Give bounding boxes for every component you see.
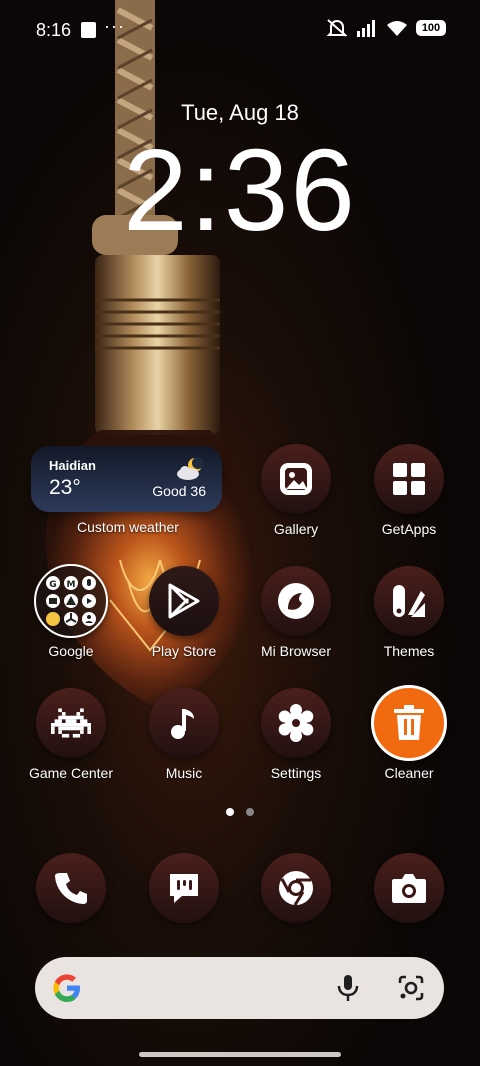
weather-widget[interactable]: Haidian 23° Good 36 (31, 446, 222, 512)
game-center-icon (51, 708, 91, 738)
app-settings[interactable]: Settings (236, 687, 356, 781)
app-label: Game Center (28, 765, 114, 781)
home-indicator[interactable] (139, 1052, 341, 1057)
app-getapps[interactable]: GetApps (349, 443, 469, 537)
google-folder-icon: G M (46, 576, 96, 626)
app-label: Gallery (273, 521, 319, 537)
app-label: Mi Browser (260, 643, 331, 659)
themes-icon (393, 585, 425, 617)
weather-widget-label-wrap: Custom weather (68, 519, 188, 535)
status-time: 8:16 (36, 20, 72, 40)
notifications-muted-icon (326, 19, 348, 37)
signal-icon (357, 20, 375, 37)
app-label: Themes (383, 643, 435, 659)
page-dot (246, 808, 254, 816)
phone-icon (55, 873, 87, 904)
app-play-store[interactable]: Play Store (124, 565, 244, 659)
weather-temp: 23° (49, 476, 81, 499)
svg-text:G: G (49, 580, 56, 590)
app-label: GetApps (381, 521, 437, 537)
mic-icon[interactable] (336, 974, 360, 1002)
app-music[interactable]: Music (124, 687, 244, 781)
app-mi-browser[interactable]: Mi Browser (236, 565, 356, 659)
app-gallery[interactable]: Gallery (236, 443, 356, 537)
google-g-icon (53, 974, 80, 1002)
chrome-icon (279, 871, 313, 906)
play-store-icon (168, 583, 200, 619)
app-label: Music (165, 765, 203, 781)
weather-city: Haidian (49, 458, 96, 473)
settings-icon (278, 704, 314, 742)
music-icon (171, 709, 194, 739)
dock-camera[interactable] (349, 852, 469, 924)
lens-icon[interactable] (397, 974, 425, 1002)
app-label: Play Store (151, 643, 217, 659)
clock-time[interactable]: 2:36 (0, 132, 480, 248)
camera-icon (392, 874, 426, 903)
status-bar: 8:16 ··· 100 (0, 0, 480, 60)
weather-aqi: Good 36 (152, 483, 206, 499)
getapps-icon (393, 463, 425, 495)
page-dot-active (226, 808, 234, 816)
battery-icon: 100 (416, 20, 446, 36)
mi-browser-icon (278, 583, 314, 619)
app-google-folder[interactable]: G M Google (11, 564, 131, 659)
app-label: Google (48, 643, 94, 659)
notification-square-icon (81, 22, 96, 38)
messages-icon (170, 874, 198, 903)
clock-date[interactable]: Tue, Aug 18 (0, 100, 480, 126)
svg-text:M: M (67, 580, 76, 590)
dock-phone[interactable] (11, 852, 131, 924)
app-themes[interactable]: Themes (349, 565, 469, 659)
app-game-center[interactable]: Game Center (11, 687, 131, 781)
gallery-icon (280, 463, 312, 495)
app-label: Cleaner (384, 765, 434, 781)
wifi-icon (387, 21, 407, 36)
app-cleaner[interactable]: Cleaner (349, 685, 469, 781)
partly-cloudy-night-icon (177, 457, 204, 480)
dock-messages[interactable] (124, 852, 244, 924)
weather-widget-label: Custom weather (77, 519, 179, 535)
page-indicator (226, 808, 254, 816)
cleaner-icon (394, 705, 424, 740)
google-search-bar[interactable] (35, 957, 444, 1019)
dock-chrome[interactable] (236, 852, 356, 924)
app-label: Settings (270, 765, 322, 781)
more-notifications-indicator: ··· (104, 16, 125, 36)
